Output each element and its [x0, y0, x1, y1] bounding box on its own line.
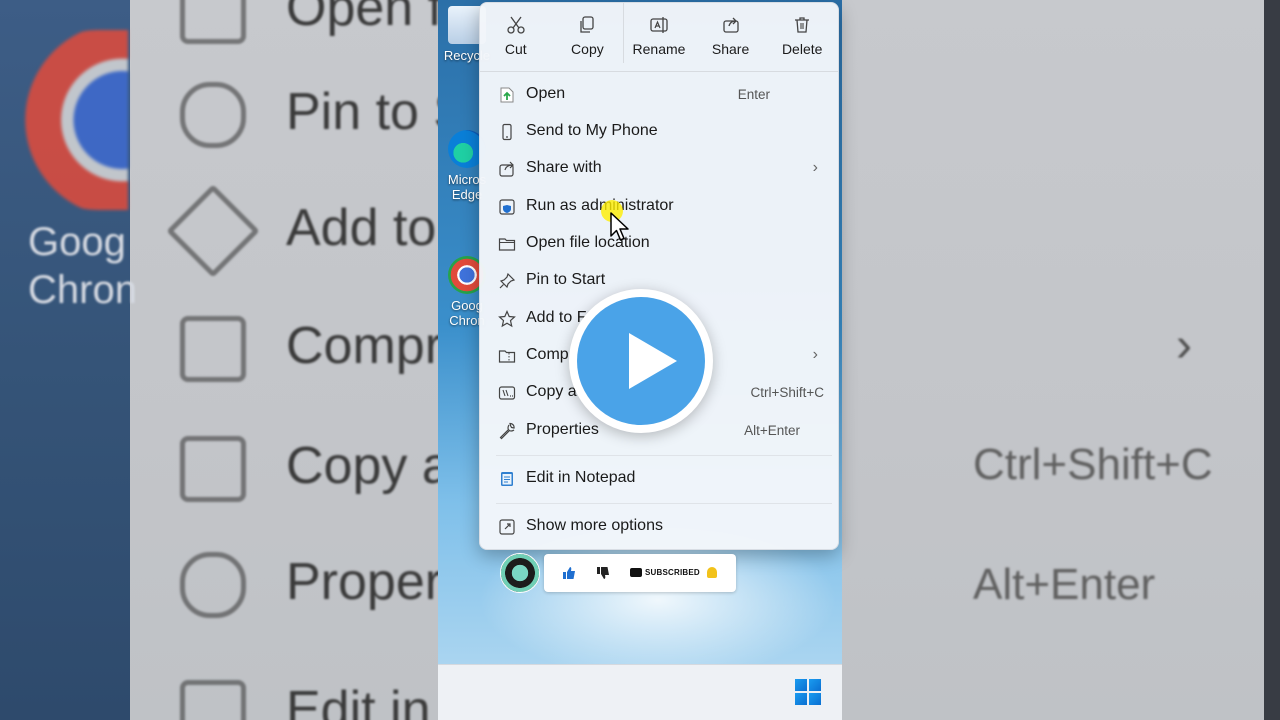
thumbs-up-icon[interactable]	[562, 566, 576, 580]
copy-button[interactable]: Copy	[552, 3, 624, 71]
rename-button[interactable]: Rename	[623, 3, 695, 71]
background-row-copy-as: Copy as	[180, 436, 477, 503]
chevron-right-icon: ›	[812, 346, 818, 363]
background-shortcut-properties: Alt+Enter	[973, 560, 1156, 609]
toolbar-divider	[480, 71, 838, 72]
delete-button[interactable]: Delete	[766, 3, 838, 71]
menu-item-label: Properties	[526, 421, 599, 438]
toolbar-label: Rename	[632, 41, 686, 57]
menu-item-shortcut: Enter	[737, 87, 770, 102]
play-button-fill	[577, 297, 705, 425]
background-chrome-label: Goog Chron	[28, 220, 137, 312]
windows-start-icon[interactable]	[795, 679, 821, 705]
menu-item-shortcut: Alt+Enter	[744, 423, 800, 438]
subscribed-label[interactable]: SUBSCRIBED	[645, 568, 700, 577]
open-icon	[500, 87, 514, 103]
background-row-open: Open fi	[180, 0, 454, 45]
background-row-edit: Edit in	[180, 680, 431, 720]
more-options-icon	[499, 519, 515, 535]
menu-item-label: Show more options	[526, 517, 663, 534]
menu-item-label: Comp	[526, 346, 569, 363]
background-row-pin: Pin to S	[180, 82, 468, 149]
phone-icon	[502, 123, 512, 141]
toolbar-label: Copy	[571, 41, 604, 57]
wrench-icon	[499, 422, 515, 440]
share-with-icon	[499, 161, 514, 177]
notepad-icon	[501, 472, 513, 486]
mouse-pointer-icon	[610, 212, 629, 241]
menu-item-label: Pin to Start	[526, 271, 606, 288]
scissors-icon	[507, 16, 525, 34]
background-row-add: Add to	[166, 184, 436, 278]
menu-item-label: Open file location	[526, 234, 650, 251]
share-button[interactable]: Share	[695, 3, 767, 71]
folder-icon	[498, 238, 516, 251]
toolbar-divider	[623, 3, 624, 63]
menu-item-label: Add to F	[526, 309, 587, 326]
taskbar	[438, 664, 842, 720]
share-icon	[722, 17, 739, 33]
play-icon	[629, 333, 677, 389]
menu-item-share-with[interactable]: Share with ›	[488, 151, 830, 187]
thumbs-down-icon[interactable]	[596, 566, 610, 580]
chevron-right-icon: ›	[812, 159, 818, 176]
cut-button[interactable]: Cut	[480, 3, 552, 71]
copy-icon	[580, 16, 595, 33]
menu-item-send-to-phone[interactable]: Send to My Phone	[488, 114, 830, 150]
menu-item-label: Run as administrator	[526, 197, 674, 214]
menu-item-run-as-admin[interactable]: Run as administrator	[488, 189, 830, 225]
zip-folder-icon	[498, 350, 516, 363]
copy-path-icon	[498, 386, 516, 400]
context-menu-toolbar: Cut Copy Rename Share Delete	[480, 3, 838, 71]
menu-separator	[496, 503, 832, 504]
rename-icon	[650, 17, 668, 33]
youtube-icon	[630, 568, 642, 577]
menu-item-edit-in-notepad[interactable]: Edit in Notepad	[488, 461, 830, 497]
background-right-edge	[1264, 0, 1280, 720]
video-play-button[interactable]	[569, 289, 713, 433]
menu-item-label: Edit in Notepad	[526, 469, 636, 486]
star-icon	[498, 310, 516, 328]
shield-icon	[499, 199, 515, 215]
menu-item-label: Send to My Phone	[526, 122, 658, 139]
menu-item-shortcut: Ctrl+Shift+C	[750, 385, 824, 400]
toolbar-label: Delete	[781, 41, 823, 57]
background-chevron-icon: ›	[1176, 319, 1192, 372]
toolbar-label: Share	[711, 41, 750, 57]
menu-item-open-file-location[interactable]: Open file location	[488, 226, 830, 262]
background-shortcut-copy: Ctrl+Shift+C	[973, 440, 1213, 489]
toolbar-label: Cut	[504, 41, 527, 57]
menu-item-label: Open	[526, 85, 566, 102]
subscribe-bar: SUBSCRIBED	[544, 554, 736, 592]
menu-item-label: Share with	[526, 159, 602, 176]
pin-icon	[499, 272, 516, 289]
bell-icon[interactable]	[707, 567, 717, 578]
background-row-compress: Compre	[180, 316, 471, 383]
background-row-properties: Propert	[180, 552, 457, 619]
menu-item-show-more-options[interactable]: Show more options	[488, 509, 830, 545]
menu-separator	[496, 455, 832, 456]
context-menu: Cut Copy Rename Share Delete Open Enter …	[479, 2, 839, 550]
channel-avatar[interactable]	[500, 553, 540, 593]
menu-item-open[interactable]: Open Enter	[488, 77, 830, 113]
trash-icon	[795, 17, 810, 33]
